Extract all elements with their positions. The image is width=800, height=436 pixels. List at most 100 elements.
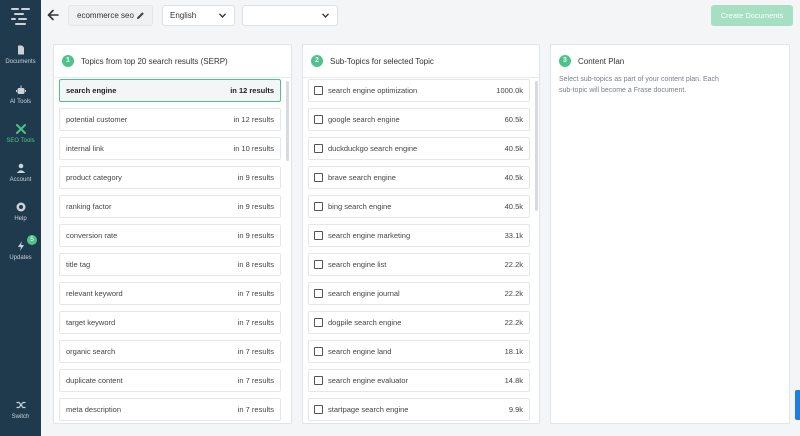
topic-count: in 10 results [233, 144, 274, 153]
checkbox[interactable] [314, 376, 323, 385]
panel-title: Content Plan [578, 56, 625, 66]
panel-title: Sub-Topics for selected Topic [330, 56, 434, 66]
sidebar-item-account[interactable]: Account [0, 163, 41, 183]
checkbox[interactable] [314, 144, 323, 153]
pencil-icon[interactable] [136, 11, 145, 20]
topic-row[interactable]: search engine in 12 results [59, 79, 281, 102]
side-widget-tab[interactable] [795, 390, 800, 420]
topic-count: in 7 results [237, 318, 274, 327]
search-volume: 33.1k [504, 231, 523, 240]
topic-count: in 7 results [237, 376, 274, 385]
subtopic-row[interactable]: google search engine 60.5k [308, 108, 530, 131]
subtopic-label: search engine marketing [328, 231, 411, 240]
chevron-down-icon [322, 13, 329, 18]
sidebar-item-label: Account [9, 177, 32, 183]
search-volume: 40.5k [504, 144, 523, 153]
topic-row[interactable]: ranking factor in 9 results [59, 195, 281, 218]
subtopics-panel: 2 Sub-Topics for selected Topic search e… [302, 44, 540, 424]
sidebar: Documents AI Tools SEO Tools Account Hel… [0, 0, 41, 436]
subtopic-label: startpage search engine [328, 405, 409, 414]
secondary-select[interactable] [242, 5, 338, 26]
topic-row[interactable]: conversion rate in 9 results [59, 224, 281, 247]
checkbox[interactable] [314, 405, 323, 414]
topic-row[interactable]: organic search in 7 results [59, 340, 281, 363]
subtopic-row[interactable]: startpage search engine 9.9k [308, 398, 530, 421]
shuffle-icon [16, 401, 25, 409]
frase-logo-icon[interactable] [11, 8, 30, 26]
search-volume: 9.9k [508, 405, 523, 414]
checkbox[interactable] [314, 86, 323, 95]
project-name: ecommerce seo [77, 11, 134, 20]
topic-label: duplicate content [66, 376, 123, 385]
subtopic-row[interactable]: search engine journal 22.2k [308, 282, 530, 305]
checkbox[interactable] [314, 318, 323, 327]
subtopics-scrollbar[interactable] [535, 81, 538, 211]
subtopic-row[interactable]: search engine optimization 1000.0k [308, 79, 530, 102]
project-name-field[interactable]: ecommerce seo [68, 5, 153, 26]
subtopic-row[interactable]: brave search engine 40.5k [308, 166, 530, 189]
subtopic-label: duckduckgo search engine [328, 144, 418, 153]
search-volume: 22.2k [504, 289, 523, 298]
topic-row[interactable]: internal link in 10 results [59, 137, 281, 160]
sidebar-item-label: Switch [11, 414, 30, 420]
topic-row[interactable]: potential customer in 12 results [59, 108, 281, 131]
sidebar-item-label: AI Tools [9, 99, 32, 105]
topic-row[interactable]: relevant keyword in 7 results [59, 282, 281, 305]
sidebar-item-updates[interactable]: Updates 5 [0, 235, 41, 261]
topic-label: relevant keyword [66, 289, 123, 298]
topic-row[interactable]: meta description in 7 results [59, 398, 281, 421]
sidebar-item-switch[interactable]: Switch [0, 400, 41, 420]
subtopic-row[interactable]: dogpile search engine 22.2k [308, 311, 530, 334]
topic-count: in 12 results [230, 86, 274, 95]
checkbox[interactable] [314, 347, 323, 356]
checkbox[interactable] [314, 115, 323, 124]
search-volume: 14.8k [504, 376, 523, 385]
subtopic-row[interactable]: search engine land 18.1k [308, 340, 530, 363]
content-plan-header: 3 Content Plan [559, 54, 624, 68]
search-volume: 40.5k [504, 173, 523, 182]
subtopic-row[interactable]: bing search engine 40.5k [308, 195, 530, 218]
topic-row[interactable]: title tag in 8 results [59, 253, 281, 276]
subtopic-label: search engine journal [328, 289, 400, 298]
subtopic-row[interactable]: duckduckgo search engine 40.5k [308, 137, 530, 160]
subtopic-row[interactable]: search engine list 22.2k [308, 253, 530, 276]
topic-count: in 8 results [237, 260, 274, 269]
search-volume: 22.2k [504, 318, 523, 327]
sidebar-item-seo-tools[interactable]: SEO Tools [0, 124, 41, 144]
topic-count: in 12 results [233, 115, 274, 124]
topic-label: meta description [66, 405, 122, 414]
topic-label: product category [66, 173, 122, 182]
document-icon [17, 45, 24, 55]
topic-row[interactable]: target keyword in 7 results [59, 311, 281, 334]
checkbox[interactable] [314, 231, 323, 240]
topic-row[interactable]: duplicate content in 7 results [59, 369, 281, 392]
sidebar-item-ai-tools[interactable]: AI Tools [0, 85, 41, 105]
topic-count: in 7 results [237, 405, 274, 414]
sidebar-item-label: Documents [5, 59, 36, 65]
subtopic-label: dogpile search engine [328, 318, 402, 327]
checkbox[interactable] [314, 173, 323, 182]
step-number: 2 [311, 55, 323, 67]
back-arrow-icon[interactable] [47, 9, 59, 21]
language-select[interactable]: English [162, 5, 235, 26]
sidebar-item-label: SEO Tools [6, 138, 35, 144]
robot-icon [15, 85, 26, 94]
checkbox[interactable] [314, 260, 323, 269]
topic-row[interactable]: product category in 9 results [59, 166, 281, 189]
sidebar-item-documents[interactable]: Documents [0, 45, 41, 65]
subtopic-row[interactable]: search engine marketing 33.1k [308, 224, 530, 247]
language-value: English [170, 11, 197, 20]
subtopic-label: search engine optimization [328, 86, 418, 95]
create-documents-button[interactable]: Create Documents [711, 5, 793, 26]
topic-label: conversion rate [66, 231, 118, 240]
topics-scrollbar[interactable] [286, 81, 289, 161]
checkbox[interactable] [314, 289, 323, 298]
panel-title: Topics from top 20 search results (SERP) [81, 56, 228, 66]
subtopics-panel-header: 2 Sub-Topics for selected Topic [311, 54, 434, 68]
sidebar-item-help[interactable]: Help [0, 202, 41, 222]
subtopic-row[interactable]: search engine evaluator 14.8k [308, 369, 530, 392]
content-plan-panel: 3 Content Plan Select sub-topics as part… [550, 44, 790, 424]
checkbox[interactable] [314, 202, 323, 211]
search-volume: 40.5k [504, 202, 523, 211]
subtopic-label: search engine evaluator [328, 376, 409, 385]
